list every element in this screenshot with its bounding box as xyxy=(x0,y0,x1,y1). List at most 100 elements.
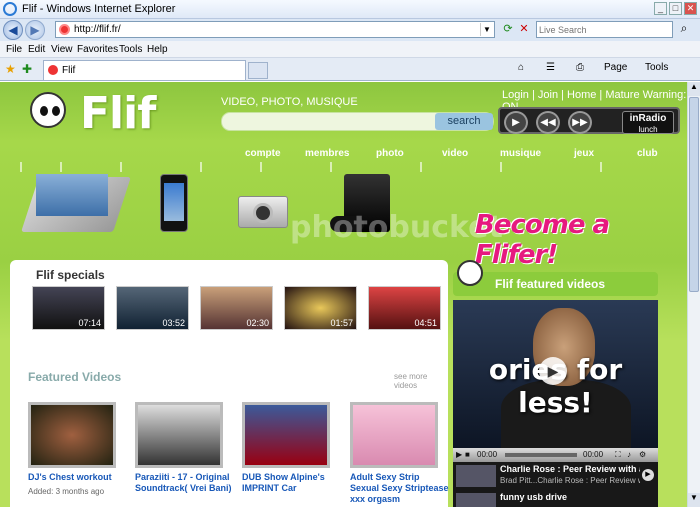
play-button[interactable]: ▶ xyxy=(504,111,528,134)
menu-file[interactable]: File xyxy=(6,44,22,55)
home-icon[interactable]: ⌂ xyxy=(518,62,524,73)
close-button[interactable]: ✕ xyxy=(684,2,697,15)
special-duration: 02:30 xyxy=(246,318,269,328)
special-duration: 07:14 xyxy=(78,318,101,328)
video-stop-icon[interactable]: ■ xyxy=(465,450,470,459)
laptop-screen xyxy=(36,174,108,216)
feeds-icon[interactable]: ☰ xyxy=(546,62,555,73)
search-go-icon[interactable]: ⌕ xyxy=(675,21,693,38)
playlist-thumb xyxy=(456,493,496,507)
featured-videos-title: Featured Videos xyxy=(28,370,122,384)
nav-video[interactable]: video xyxy=(442,148,468,159)
stop-button[interactable]: ✕ xyxy=(516,21,532,37)
window-titlebar: Flif - Windows Internet Explorer _ □ ✕ xyxy=(0,0,700,19)
url-dropdown-icon[interactable]: ▼ xyxy=(480,23,493,36)
become-flifer-banner[interactable]: Become a Flifer! xyxy=(475,210,687,270)
rewind-button[interactable]: ◀◀ xyxy=(536,111,560,134)
video-title[interactable]: DJ's Chest workout xyxy=(28,472,128,483)
specials-title: Flif specials xyxy=(36,268,105,282)
menu-bar: File Edit View Favorites Tools Help xyxy=(0,41,700,58)
radio-player: ▶ ◀◀ ▶▶ inRadio lunch xyxy=(498,107,680,134)
address-bar: ◀ ▶ http://flif.fr/ ▼ ⟳ ✕ ⌕ xyxy=(0,19,700,41)
special-duration: 01:57 xyxy=(330,318,353,328)
video-time-end: 00:00 xyxy=(583,450,604,459)
nav-jeux[interactable]: jeux xyxy=(574,148,594,159)
tools-menu[interactable]: Tools xyxy=(645,62,668,73)
url-text: http://flif.fr/ xyxy=(74,24,121,35)
special-duration: 03:52 xyxy=(162,318,185,328)
content-panel: Flif specials 07:14 03:52 02:30 01:57 04… xyxy=(10,260,450,507)
tab-label: Flif xyxy=(62,65,76,76)
special-thumb[interactable]: 01:57 xyxy=(284,286,357,330)
menu-help[interactable]: Help xyxy=(147,44,168,55)
special-duration: 04:51 xyxy=(414,318,437,328)
camera-image xyxy=(238,196,288,228)
tab-flif[interactable]: Flif xyxy=(43,60,246,80)
site-search-button[interactable]: search xyxy=(435,113,493,130)
forward-button[interactable]: ▶▶ xyxy=(568,111,592,134)
video-thumb[interactable] xyxy=(242,402,330,468)
menu-edit[interactable]: Edit xyxy=(28,44,45,55)
video-thumb[interactable] xyxy=(350,402,438,468)
volume-icon[interactable]: ♪ xyxy=(627,450,631,459)
play-icon[interactable]: ▶ xyxy=(539,357,567,385)
tab-bar: ★ ✚ Flif ⌂ ☰ ⎙ Page Tools xyxy=(0,58,700,81)
back-button[interactable]: ◀ xyxy=(3,20,23,40)
refresh-button[interactable]: ⟳ xyxy=(500,21,516,37)
phone-image xyxy=(160,174,188,232)
forward-button[interactable]: ▶ xyxy=(25,20,45,40)
mascot-icon xyxy=(457,260,483,286)
playlist-item[interactable]: Charlie Rose : Peer Review with actor...… xyxy=(453,462,658,490)
live-search-input[interactable] xyxy=(537,22,657,37)
nav-membres[interactable]: membres xyxy=(305,148,349,159)
video-title[interactable]: Paraziiti - 17 - Original Soundtrack( Vr… xyxy=(135,472,235,494)
video-thumb[interactable] xyxy=(135,402,223,468)
playlist-item-sub: Brad Pitt...Charlie Rose : Peer Review w… xyxy=(500,476,640,485)
print-icon[interactable]: ⎙ xyxy=(576,62,584,73)
menu-view[interactable]: View xyxy=(51,44,73,55)
video-thumb[interactable] xyxy=(28,402,116,468)
live-search-box[interactable] xyxy=(536,21,673,38)
featured-video-player[interactable]: ories for less! ▶ xyxy=(453,300,658,448)
site-tagline: VIDEO, PHOTO, MUSIQUE xyxy=(221,96,358,108)
photobucket-watermark: photobucket xyxy=(290,210,503,245)
inradio-badge[interactable]: inRadio lunch xyxy=(622,111,674,134)
nav-musique[interactable]: musique xyxy=(500,148,541,159)
maximize-button[interactable]: □ xyxy=(669,2,682,15)
url-field[interactable]: http://flif.fr/ ▼ xyxy=(55,21,495,38)
scroll-thumb[interactable] xyxy=(689,97,699,292)
scroll-up-icon[interactable]: ▲ xyxy=(688,82,700,96)
vertical-scrollbar[interactable]: ▲ ▼ xyxy=(687,82,700,507)
video-seek-bar[interactable] xyxy=(505,453,577,457)
nav-photo[interactable]: photo xyxy=(376,148,404,159)
see-more-videos-link[interactable]: see more videos xyxy=(394,372,448,390)
new-tab-button[interactable] xyxy=(248,62,268,79)
special-thumb[interactable]: 04:51 xyxy=(368,286,441,330)
site-favicon-icon xyxy=(59,24,70,35)
video-title[interactable]: Adult Sexy Strip Sexual Sexy Striptease … xyxy=(350,472,450,505)
featured-videos-header: Flif featured videos xyxy=(453,260,658,296)
favorites-star-icon[interactable]: ★ xyxy=(5,62,16,76)
video-controls: ▶ ■ 00:00 00:00 ⛶ ♪ ⚙ xyxy=(453,448,658,462)
special-thumb[interactable]: 03:52 xyxy=(116,286,189,330)
inradio-label: inRadio xyxy=(629,113,667,124)
minimize-button[interactable]: _ xyxy=(654,2,667,15)
fullscreen-icon[interactable]: ⛶ xyxy=(615,450,621,460)
main-nav: compte membres photo video musique jeux … xyxy=(230,148,670,164)
playlist-item-title: funny usb drive xyxy=(500,492,568,502)
special-thumb[interactable]: 02:30 xyxy=(200,286,273,330)
special-thumb[interactable]: 07:14 xyxy=(32,286,105,330)
next-arrow-icon[interactable]: ▶ xyxy=(642,469,654,481)
menu-favorites[interactable]: Favorites xyxy=(77,44,118,55)
nav-compte[interactable]: compte xyxy=(245,148,281,159)
scroll-down-icon[interactable]: ▼ xyxy=(688,493,700,507)
playlist-item[interactable]: funny usb drive xyxy=(453,490,658,507)
menu-tools[interactable]: Tools xyxy=(119,44,142,55)
web-page: Flif VIDEO, PHOTO, MUSIQUE search Login … xyxy=(0,82,687,507)
page-menu[interactable]: Page xyxy=(604,62,627,73)
video-title[interactable]: DUB Show Alpine's IMPRINT Car xyxy=(242,472,342,494)
settings-icon[interactable]: ⚙ xyxy=(639,450,646,459)
nav-club[interactable]: club xyxy=(637,148,658,159)
add-favorites-icon[interactable]: ✚ xyxy=(22,62,32,76)
video-play-icon[interactable]: ▶ xyxy=(456,450,462,459)
